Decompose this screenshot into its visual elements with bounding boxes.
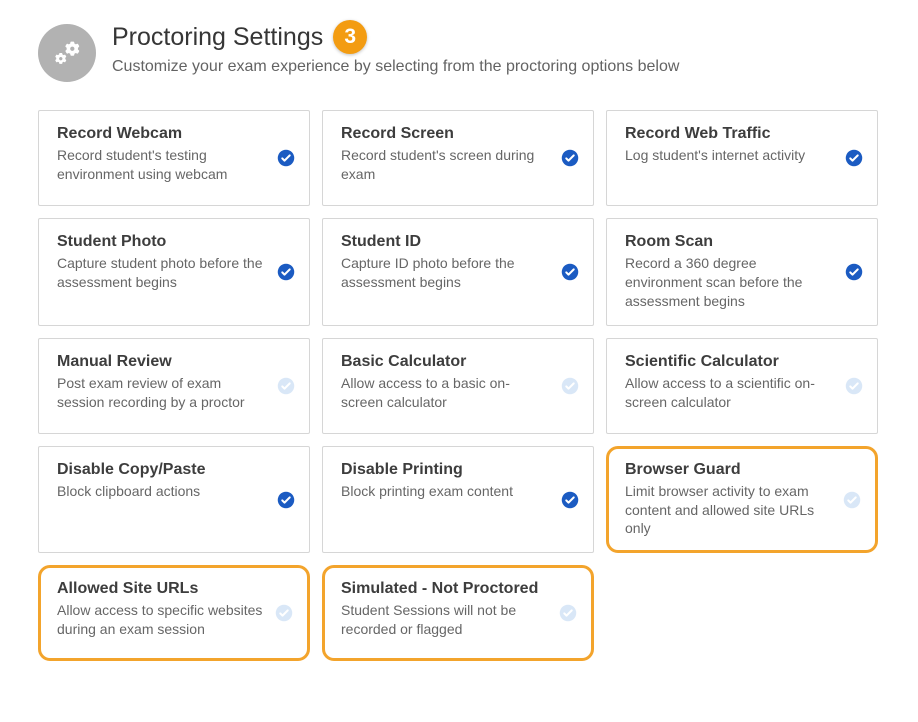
option-card-scientific-calculator[interactable]: Scientific Calculator Allow access to a s… [606,338,878,434]
check-circle-outline-icon[interactable] [845,377,863,395]
option-description: Capture ID photo before the assessment b… [341,254,549,292]
option-description: Capture student photo before the assessm… [57,254,265,292]
check-circle-icon[interactable] [277,149,295,167]
option-card-record-web-traffic[interactable]: Record Web Traffic Log student's internet… [606,110,878,206]
option-card-manual-review[interactable]: Manual Review Post exam review of exam se… [38,338,310,434]
option-description: Block clipboard actions [57,482,265,501]
page-header: Proctoring Settings 3 Customize your exa… [38,20,880,82]
option-card-disable-printing[interactable]: Disable Printing Block printing exam cont… [322,446,594,554]
option-title: Student Photo [57,233,265,251]
option-card-browser-guard[interactable]: Browser Guard Limit browser activity to e… [606,446,878,554]
option-description: Block printing exam content [341,482,549,501]
check-circle-icon[interactable] [561,491,579,509]
header-title-row: Proctoring Settings 3 [112,20,679,54]
option-card-record-screen[interactable]: Record Screen Record student's screen dur… [322,110,594,206]
option-title: Student ID [341,233,549,251]
option-card-record-webcam[interactable]: Record Webcam Record student's testing en… [38,110,310,206]
check-circle-outline-icon[interactable] [561,377,579,395]
option-title: Record Screen [341,125,549,143]
check-circle-outline-icon[interactable] [843,491,861,509]
option-description: Record a 360 degree environment scan bef… [625,254,833,311]
page-title: Proctoring Settings [112,23,323,52]
option-card-simulated-not-proctored[interactable]: Simulated - Not Proctored Student Session… [322,565,594,661]
option-title: Simulated - Not Proctored [341,580,549,598]
check-circle-outline-icon[interactable] [275,604,293,622]
header-text: Proctoring Settings 3 Customize your exa… [112,20,679,76]
option-description: Allow access to a scientific on-screen c… [625,374,833,412]
option-description: Allow access to a basic on-screen calcul… [341,374,549,412]
option-card-student-id[interactable]: Student ID Capture ID photo before the as… [322,218,594,326]
gears-icon [38,24,96,82]
options-grid: Record Webcam Record student's testing en… [38,110,880,661]
check-circle-icon[interactable] [277,491,295,509]
option-title: Room Scan [625,233,833,251]
step-badge: 3 [333,20,367,54]
option-title: Basic Calculator [341,353,549,371]
option-card-basic-calculator[interactable]: Basic Calculator Allow access to a basic … [322,338,594,434]
check-circle-icon[interactable] [845,263,863,281]
option-title: Record Web Traffic [625,125,833,143]
option-title: Record Webcam [57,125,265,143]
option-title: Browser Guard [625,461,833,479]
option-description: Record student's screen during exam [341,146,549,184]
page-subtitle: Customize your exam experience by select… [112,58,679,76]
option-card-allowed-site-urls[interactable]: Allowed Site URLs Allow access to specifi… [38,565,310,661]
check-circle-icon[interactable] [561,149,579,167]
option-title: Manual Review [57,353,265,371]
check-circle-icon[interactable] [277,263,295,281]
check-circle-icon[interactable] [561,263,579,281]
option-card-student-photo[interactable]: Student Photo Capture student photo befor… [38,218,310,326]
option-title: Disable Copy/Paste [57,461,265,479]
option-title: Allowed Site URLs [57,580,265,598]
option-description: Limit browser activity to exam content a… [625,482,833,539]
option-description: Log student's internet activity [625,146,833,165]
option-title: Disable Printing [341,461,549,479]
option-card-room-scan[interactable]: Room Scan Record a 360 degree environment… [606,218,878,326]
option-description: Allow access to specific websites during… [57,601,265,639]
option-description: Student Sessions will not be recorded or… [341,601,549,639]
check-circle-outline-icon[interactable] [277,377,295,395]
option-description: Post exam review of exam session recordi… [57,374,265,412]
option-description: Record student's testing environment usi… [57,146,265,184]
option-card-disable-copy-paste[interactable]: Disable Copy/Paste Block clipboard action… [38,446,310,554]
check-circle-icon[interactable] [845,149,863,167]
check-circle-outline-icon[interactable] [559,604,577,622]
option-title: Scientific Calculator [625,353,833,371]
